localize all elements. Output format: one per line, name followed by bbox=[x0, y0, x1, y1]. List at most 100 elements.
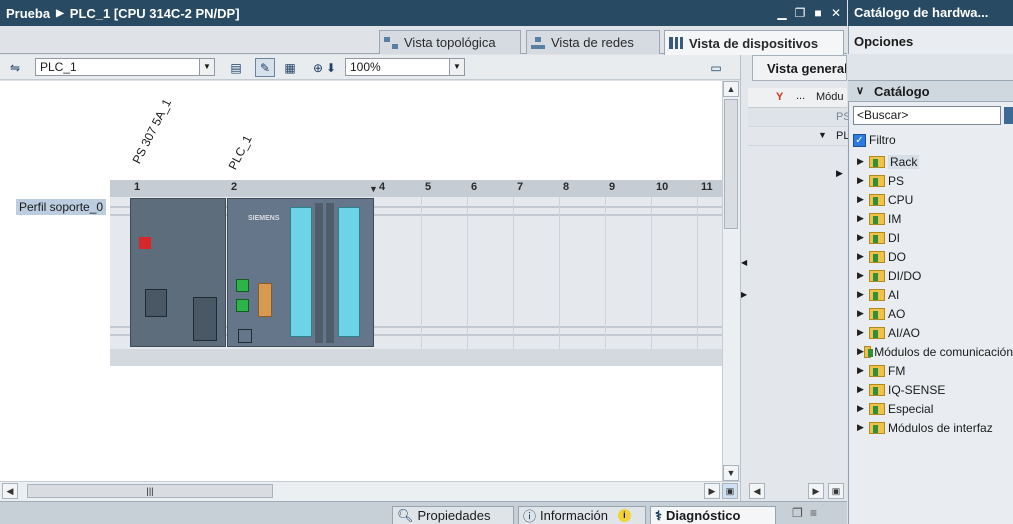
catalog-item-im[interactable]: ▶ IM bbox=[857, 209, 901, 228]
folder-icon bbox=[869, 288, 885, 301]
search-icon[interactable] bbox=[1004, 107, 1013, 124]
minimize-icon[interactable]: ▁ bbox=[774, 4, 790, 22]
menu-icon[interactable]: ≡ bbox=[810, 506, 817, 520]
tab-network-view[interactable]: Vista de redes bbox=[526, 30, 660, 54]
device-network-icon[interactable]: ⇋ bbox=[5, 58, 25, 77]
catalog-item-special[interactable]: ▶ Especial bbox=[857, 399, 933, 418]
scroll-right-icon[interactable]: ▶ bbox=[808, 483, 824, 499]
scroll-left-icon[interactable]: ◀ bbox=[749, 483, 765, 499]
catalog-item-label: Módulos de comunicación bbox=[874, 344, 1013, 359]
chevron-down-icon: ∨ bbox=[856, 85, 865, 97]
catalog-item-iq-sense[interactable]: ▶ IQ-SENSE bbox=[857, 380, 945, 399]
hscroll-thumb[interactable]: ||| bbox=[27, 484, 273, 498]
expand-icon[interactable]: ▶ bbox=[836, 168, 843, 179]
ps-switch bbox=[139, 237, 151, 249]
canvas-vertical-scrollbar[interactable]: ▲ ▼ bbox=[722, 81, 740, 481]
expand-icon[interactable]: ▶ bbox=[857, 213, 869, 224]
options-header[interactable]: Opciones bbox=[848, 30, 1013, 54]
tab-topology-view[interactable]: Vista topológica bbox=[379, 30, 521, 54]
device-select[interactable]: PLC_1 ▼ bbox=[35, 58, 215, 76]
tab-device-overview[interactable]: Vista general bbox=[752, 55, 847, 81]
catalog-item-label: DI bbox=[888, 230, 900, 245]
catalog-search-input[interactable]: <Buscar> bbox=[853, 106, 1001, 125]
scroll-right-icon[interactable]: ▶ bbox=[704, 483, 720, 499]
catalog-item-rack[interactable]: ▶ Rack bbox=[857, 152, 920, 171]
catalog-item-ai[interactable]: ▶ AI bbox=[857, 285, 899, 304]
canvas-horizontal-scrollbar[interactable]: ◀ ||| ▶ ▣ bbox=[0, 481, 740, 501]
catalog-item-fm[interactable]: ▶ FM bbox=[857, 361, 905, 380]
overview-row[interactable]: PS bbox=[748, 108, 851, 127]
expand-icon[interactable]: ▶ bbox=[857, 384, 869, 395]
catalog-item-ai-ao[interactable]: ▶ AI/AO bbox=[857, 323, 920, 342]
slot-divider bbox=[605, 197, 606, 349]
catalog-item-interface[interactable]: ▶ Módulos de interfaz bbox=[857, 418, 993, 437]
navigator-icon[interactable]: ▣ bbox=[828, 483, 844, 499]
catalog-item-di[interactable]: ▶ DI bbox=[857, 228, 900, 247]
catalog-section-header[interactable]: ∨ Catálogo bbox=[848, 80, 1013, 102]
slot-number: 2 bbox=[231, 181, 238, 193]
cpu-module[interactable]: SIEMENS bbox=[227, 198, 374, 347]
navigator-icon[interactable]: ▣ bbox=[722, 483, 738, 499]
tab-device-view[interactable]: Vista de dispositivos bbox=[664, 30, 844, 55]
slot-divider bbox=[467, 197, 468, 349]
tab-properties[interactable]: 🔍︎ Propiedades bbox=[392, 506, 514, 524]
catalog-item-di-do[interactable]: ▶ DI/DO bbox=[857, 266, 921, 285]
folder-icon bbox=[869, 269, 885, 282]
device-select-value: PLC_1 bbox=[40, 60, 77, 74]
restore-icon[interactable]: ❐ bbox=[792, 506, 803, 520]
expand-icon[interactable]: ▶ bbox=[857, 194, 869, 205]
io-led-strip bbox=[326, 203, 334, 343]
io-terminal-block bbox=[290, 207, 312, 337]
expand-icon[interactable]: ▶ bbox=[857, 232, 869, 243]
slot-number: 4 bbox=[379, 181, 386, 193]
zoom-down-icon[interactable]: ⬇ bbox=[324, 58, 338, 77]
folder-icon bbox=[869, 326, 885, 339]
slot-number: 7 bbox=[517, 181, 524, 193]
scroll-down-icon[interactable]: ▼ bbox=[723, 465, 739, 481]
overview-row[interactable]: ▼ PL bbox=[748, 127, 849, 146]
io-terminal-block bbox=[338, 207, 360, 337]
expand-icon[interactable]: ▶ bbox=[857, 175, 869, 186]
tab-information[interactable]: ⓘ Información i bbox=[518, 506, 646, 524]
expand-icon[interactable]: ▶ bbox=[857, 270, 869, 281]
zoom-select[interactable]: 100% ▼ bbox=[345, 58, 465, 76]
catalog-item-label: Rack bbox=[888, 154, 920, 169]
scroll-left-icon[interactable]: ◀ bbox=[2, 483, 18, 499]
collapse-right-icon[interactable]: ▶ bbox=[741, 290, 747, 299]
catalog-item-communication[interactable]: ▶ Módulos de comunicación bbox=[857, 342, 1013, 361]
expand-icon[interactable]: ▶ bbox=[857, 365, 869, 376]
collapse-left-icon[interactable]: ◀ bbox=[741, 258, 747, 267]
expand-icon[interactable]: ▶ bbox=[857, 403, 869, 414]
expand-icon[interactable]: ▶ bbox=[857, 251, 869, 262]
expand-icon[interactable]: ▶ bbox=[857, 156, 869, 167]
catalog-item-ao[interactable]: ▶ AO bbox=[857, 304, 905, 323]
catalog-item-ps[interactable]: ▶ PS bbox=[857, 171, 904, 190]
expand-icon[interactable]: ▶ bbox=[857, 308, 869, 319]
maximize-icon[interactable]: ■ bbox=[810, 4, 826, 22]
grid-icon[interactable]: ▦ bbox=[280, 58, 300, 77]
overview-toggle-icon[interactable]: ▭ bbox=[706, 58, 726, 77]
catalog-item-label: Módulos de interfaz bbox=[888, 420, 993, 435]
close-icon[interactable]: ✕ bbox=[828, 4, 844, 22]
scroll-up-icon[interactable]: ▲ bbox=[723, 81, 739, 97]
collapse-icon[interactable]: ▼ bbox=[818, 130, 827, 140]
filter-checkbox[interactable]: ✓ bbox=[853, 133, 866, 147]
show-labels-icon[interactable]: ✎ bbox=[255, 58, 275, 77]
module-table-icon[interactable]: ▤ bbox=[226, 58, 246, 77]
zoom-select-value: 100% bbox=[350, 60, 381, 74]
catalog-item-do[interactable]: ▶ DO bbox=[857, 247, 906, 266]
vscroll-thumb[interactable] bbox=[724, 99, 738, 229]
expand-icon[interactable]: ▶ bbox=[857, 422, 869, 433]
restore-icon[interactable]: ❐ bbox=[792, 4, 808, 22]
catalog-item-cpu[interactable]: ▶ CPU bbox=[857, 190, 913, 209]
expand-icon[interactable]: ▶ bbox=[857, 346, 864, 357]
tab-diagnostics[interactable]: ⚕ Diagnóstico bbox=[650, 506, 776, 524]
rack-label[interactable]: Perfil soporte_0 bbox=[16, 199, 107, 215]
catalog-filter[interactable]: ✓ Filtro bbox=[853, 133, 896, 147]
expand-icon[interactable]: ▶ bbox=[857, 327, 869, 338]
expand-icon[interactable]: ▶ bbox=[857, 289, 869, 300]
folder-icon bbox=[869, 231, 885, 244]
options-area bbox=[848, 54, 1013, 80]
ps-module[interactable] bbox=[130, 198, 226, 347]
filter-icon[interactable]: Y bbox=[776, 91, 783, 103]
